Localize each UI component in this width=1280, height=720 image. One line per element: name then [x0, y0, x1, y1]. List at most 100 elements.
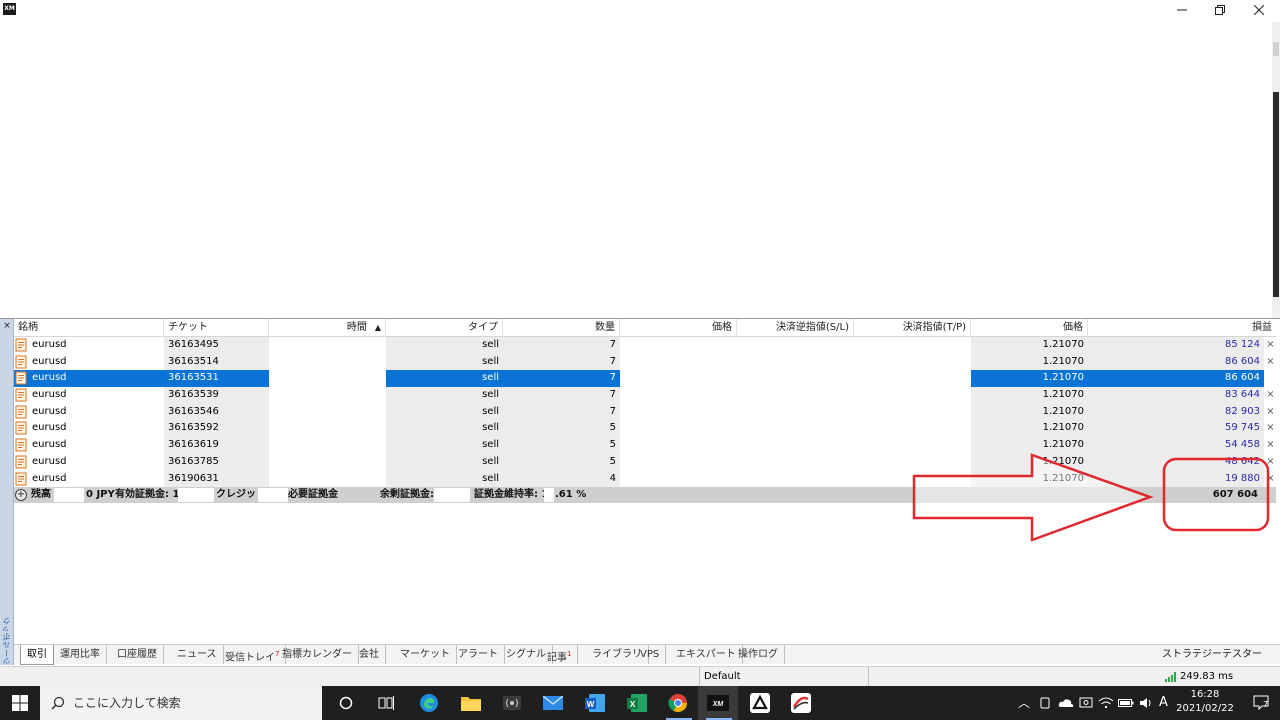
taskbar-app-3[interactable] — [780, 686, 822, 720]
taskbar-mail[interactable] — [532, 686, 574, 720]
tab-7[interactable]: マーケット — [394, 645, 457, 664]
cell-empty — [854, 354, 971, 371]
cell-empty — [854, 454, 971, 471]
tab-8[interactable]: アラート — [452, 645, 505, 664]
task-view-button[interactable] — [366, 686, 406, 720]
taskbar-app[interactable] — [492, 686, 532, 720]
toolbox-close-icon[interactable]: × — [2, 321, 12, 331]
table-row[interactable]: eurusd 36163495 sell 7 1.21070 85 124 × — [14, 337, 1276, 354]
cell-value: 82 903 — [1225, 405, 1260, 417]
close-order-icon[interactable]: × — [1265, 354, 1276, 371]
balance-suffix: 0 JPY — [86, 489, 115, 501]
tab-2[interactable]: 口座履歴 — [111, 645, 164, 664]
notification-button[interactable]: 7 — [1246, 686, 1276, 720]
taskbar-app-2[interactable] — [740, 686, 780, 720]
close-order-icon[interactable]: × — [1265, 454, 1276, 471]
cortana-button[interactable] — [326, 686, 366, 720]
tab-5[interactable]: 指標カレンダー — [276, 645, 359, 664]
col-profit[interactable]: 損益 — [1088, 319, 1276, 337]
taskbar-search[interactable]: ここに入力して検索 — [40, 686, 322, 720]
restore-button[interactable] — [1200, 0, 1240, 20]
table-row[interactable]: eurusd 36163531 sell 7 1.21070 86 604 × — [14, 370, 1276, 388]
tab-3[interactable]: ニュース — [171, 645, 224, 664]
order-icon — [15, 371, 27, 385]
cell-empty — [854, 370, 971, 387]
cell-value: eurusd — [32, 422, 67, 434]
taskbar-excel[interactable]: X — [616, 686, 658, 720]
col-symbol[interactable]: 銘柄 — [14, 319, 164, 337]
onedrive-button[interactable] — [1056, 686, 1076, 720]
wifi-button[interactable] — [1096, 686, 1116, 720]
close-order-icon[interactable]: × — [1265, 404, 1276, 421]
volume-button[interactable] — [1136, 686, 1156, 720]
expand-icon[interactable]: + — [15, 489, 27, 502]
taskbar-explorer[interactable] — [450, 686, 492, 720]
start-button[interactable] — [0, 686, 40, 720]
margin-level-label: 証拠金維持率: 1 — [474, 489, 549, 501]
close-icon — [1254, 5, 1264, 15]
table-row[interactable]: eurusd 36163592 sell 5 1.21070 59 745 × — [14, 420, 1276, 438]
chart-scrollbar[interactable] — [1272, 22, 1280, 318]
cell-value: eurusd — [32, 339, 67, 350]
tab-1[interactable]: 運用比率 — [54, 645, 107, 664]
summary-row: + 残高 0 JPY 有効証拠金: 1 クレジット: 必要証拠金 余剰証拠金: … — [14, 487, 1276, 504]
taskbar-word[interactable]: W — [574, 686, 616, 720]
table-row[interactable]: eurusd 36163546 sell 7 1.21070 82 903 × — [14, 403, 1276, 421]
close-order-icon[interactable]: × — [1265, 471, 1276, 488]
scrollbar-arrow[interactable] — [1273, 42, 1279, 56]
tab-strategy-tester[interactable]: ストラテジーテスター — [1162, 645, 1262, 664]
cell-value: 1.21070 — [1042, 339, 1084, 350]
col-ticket[interactable]: チケット — [164, 319, 269, 337]
cell-value: eurusd — [32, 372, 67, 384]
table-row[interactable]: eurusd 36190631 sell 4 1.21070 19 880 × — [14, 470, 1276, 488]
svg-text:W: W — [587, 700, 595, 709]
cell-ticket: 36163785 — [164, 453, 269, 471]
scrollbar-thumb[interactable] — [1273, 92, 1279, 297]
close-order-icon[interactable]: × — [1265, 437, 1276, 454]
tab-6[interactable]: 会社 — [353, 645, 386, 664]
task-view-icon — [378, 696, 394, 710]
tab-10[interactable]: 記事1 — [541, 645, 579, 664]
tray-app[interactable] — [1036, 686, 1054, 720]
redaction — [178, 488, 214, 503]
cell-empty — [269, 354, 386, 371]
cell-empty — [737, 471, 854, 488]
order-icon — [15, 338, 27, 352]
col-price2-label: 価格 — [1063, 322, 1083, 333]
connection-status[interactable]: 249.83 ms — [1165, 667, 1233, 687]
taskbar-xm[interactable]: XM — [698, 686, 738, 720]
col-tp[interactable]: 決済指値(T/P) — [854, 319, 971, 337]
col-price[interactable]: 価格 — [620, 319, 737, 337]
ime-indicator[interactable]: A — [1159, 686, 1168, 720]
close-order-icon[interactable]: × — [1265, 370, 1276, 387]
table-row[interactable]: eurusd 36163514 sell 7 1.21070 86 604 × — [14, 353, 1276, 371]
cell-empty — [620, 471, 737, 488]
close-button[interactable] — [1239, 0, 1279, 20]
cell-value: sell — [482, 355, 499, 367]
taskbar-chrome[interactable] — [658, 686, 698, 720]
tab-badge: 1 — [567, 650, 572, 658]
table-row[interactable]: eurusd 36163539 sell 7 1.21070 83 644 × — [14, 387, 1276, 404]
col-sl[interactable]: 決済逆指値(S/L) — [737, 319, 854, 337]
minimize-button[interactable] — [1162, 0, 1202, 20]
col-volume[interactable]: 数量 — [503, 319, 620, 337]
tray-app-2[interactable] — [1076, 686, 1096, 720]
table-row[interactable]: eurusd 36163785 sell 5 1.21070 48 642 × — [14, 453, 1276, 471]
battery-button[interactable] — [1116, 686, 1136, 720]
chrome-icon — [668, 694, 687, 713]
tray-chevron-icon[interactable]: ︿ — [1018, 686, 1030, 720]
col-price2[interactable]: 価格 — [971, 319, 1088, 337]
close-order-icon[interactable]: × — [1265, 337, 1276, 354]
taskbar-edge[interactable] — [408, 686, 450, 720]
tab-14[interactable]: 操作ログ — [732, 645, 785, 664]
tab-0[interactable]: 取引 — [20, 645, 54, 665]
tab-12[interactable]: VPS — [634, 645, 667, 664]
cell-empty — [737, 337, 854, 354]
col-time[interactable]: 時間 ▲ — [269, 319, 386, 337]
close-order-icon[interactable]: × — [1265, 387, 1276, 404]
table-row[interactable]: eurusd 36163619 sell 5 1.21070 54 458 × — [14, 437, 1276, 454]
close-order-icon[interactable]: × — [1265, 420, 1276, 437]
taskbar-clock[interactable]: 16:28 2021/02/22 — [1175, 688, 1235, 716]
col-type[interactable]: タイプ — [386, 319, 503, 337]
cell-value: 1.21070 — [1042, 455, 1084, 467]
